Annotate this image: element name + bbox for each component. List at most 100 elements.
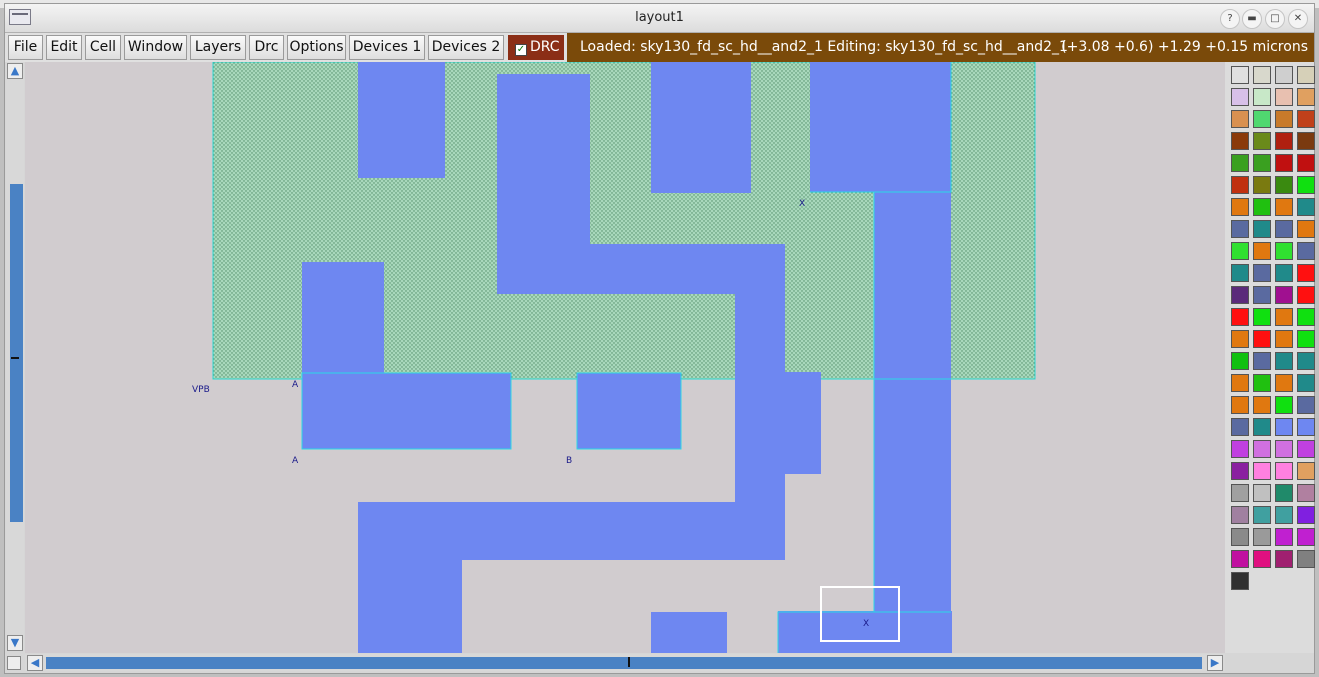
layer-swatch-32[interactable] [1297,220,1315,238]
layer-swatch-19[interactable] [1275,154,1293,172]
menu-devices-2[interactable]: Devices 2 [428,35,504,60]
layer-swatch-35[interactable] [1275,242,1293,260]
layer-swatch-48[interactable] [1297,308,1315,326]
layer-swatch-55[interactable] [1275,352,1293,370]
layer-swatch-39[interactable] [1275,264,1293,282]
layer-swatch-27[interactable] [1275,198,1293,216]
layer-swatch-73[interactable] [1231,462,1249,480]
layer-swatch-41[interactable] [1231,286,1249,304]
layer-swatch-11[interactable] [1275,110,1293,128]
layer-swatch-43[interactable] [1275,286,1293,304]
layout-canvas[interactable]: VPB A A B X X [25,62,1225,653]
layer-swatch-26[interactable] [1253,198,1271,216]
scroll-up-icon[interactable]: ▲ [7,63,23,79]
layer-swatch-34[interactable] [1253,242,1271,260]
layer-swatch-13[interactable] [1231,132,1249,150]
layer-swatch-86[interactable] [1253,528,1271,546]
layer-swatch-16[interactable] [1297,132,1315,150]
layer-swatch-29[interactable] [1231,220,1249,238]
layer-swatch-88[interactable] [1297,528,1315,546]
metal-rect-2[interactable] [651,62,751,193]
layer-swatch-23[interactable] [1275,176,1293,194]
layer-swatch-89[interactable] [1231,550,1249,568]
layer-swatch-18[interactable] [1253,154,1271,172]
layer-swatch-82[interactable] [1253,506,1271,524]
layer-swatch-47[interactable] [1275,308,1293,326]
pin-a[interactable] [301,372,512,450]
scroll-right-icon[interactable]: ▶ [1207,655,1223,671]
layer-swatch-22[interactable] [1253,176,1271,194]
layer-swatch-9[interactable] [1231,110,1249,128]
layer-swatch-87[interactable] [1275,528,1293,546]
layer-swatch-3[interactable] [1275,66,1293,84]
menu-drc[interactable]: Drc [249,35,284,60]
layer-swatch-90[interactable] [1253,550,1271,568]
layer-swatch-58[interactable] [1253,374,1271,392]
layer-swatch-70[interactable] [1253,440,1271,458]
layer-swatch-75[interactable] [1275,462,1293,480]
layer-swatch-50[interactable] [1253,330,1271,348]
layer-swatch-31[interactable] [1275,220,1293,238]
layer-swatch-30[interactable] [1253,220,1271,238]
layer-swatch-37[interactable] [1231,264,1249,282]
layer-swatch-6[interactable] [1253,88,1271,106]
layer-swatch-24[interactable] [1297,176,1315,194]
layer-swatch-92[interactable] [1297,550,1315,568]
layer-swatch-5[interactable] [1231,88,1249,106]
drc-checkbox[interactable]: ✓ [515,44,527,56]
layer-swatch-78[interactable] [1253,484,1271,502]
layer-swatch-83[interactable] [1275,506,1293,524]
layer-swatch-7[interactable] [1275,88,1293,106]
layer-swatch-51[interactable] [1275,330,1293,348]
layer-swatch-38[interactable] [1253,264,1271,282]
metal-input-a-upper[interactable] [302,262,384,376]
layer-swatch-1[interactable] [1231,66,1249,84]
layer-swatch-76[interactable] [1297,462,1315,480]
help-button[interactable]: ? [1220,9,1240,29]
layer-swatch-36[interactable] [1297,242,1315,260]
layer-swatch-85[interactable] [1231,528,1249,546]
layer-swatch-59[interactable] [1275,374,1293,392]
layer-swatch-84[interactable] [1297,506,1315,524]
menu-edit[interactable]: Edit [46,35,82,60]
menu-window[interactable]: Window [124,35,187,60]
layer-swatch-12[interactable] [1297,110,1315,128]
menu-devices-1[interactable]: Devices 1 [349,35,425,60]
layer-swatch-64[interactable] [1297,396,1315,414]
drc-toggle[interactable]: ✓ DRC [508,35,564,60]
layer-swatch-45[interactable] [1231,308,1249,326]
layer-swatch-53[interactable] [1231,352,1249,370]
layer-swatch-77[interactable] [1231,484,1249,502]
layer-swatch-2[interactable] [1253,66,1271,84]
pin-b[interactable] [576,372,682,450]
menu-options[interactable]: Options [287,35,346,60]
zoom-box-icon[interactable] [7,656,21,670]
menu-layers[interactable]: Layers [190,35,246,60]
layout-drawing[interactable]: VPB A A B X X [25,62,1225,653]
layer-swatch-42[interactable] [1253,286,1271,304]
scroll-left-icon[interactable]: ◀ [27,655,43,671]
scroll-down-icon[interactable]: ▼ [7,635,23,651]
layer-swatch-4[interactable] [1297,66,1315,84]
title-bar[interactable]: layout1 ? ▬ □ ✕ [5,4,1314,33]
layer-swatch-33[interactable] [1231,242,1249,260]
layer-swatch-63[interactable] [1275,396,1293,414]
layer-swatch-10[interactable] [1253,110,1271,128]
layer-swatch-80[interactable] [1297,484,1315,502]
metal-rect-1[interactable] [358,62,445,178]
layer-swatch-66[interactable] [1253,418,1271,436]
layer-swatch-14[interactable] [1253,132,1271,150]
layer-swatch-79[interactable] [1275,484,1293,502]
layer-swatch-65[interactable] [1231,418,1249,436]
layer-swatch-52[interactable] [1297,330,1315,348]
maximize-button[interactable]: □ [1265,9,1285,29]
close-button[interactable]: ✕ [1288,9,1308,29]
menu-file[interactable]: File [8,35,43,60]
layer-swatch-28[interactable] [1297,198,1315,216]
layer-swatch-8[interactable] [1297,88,1315,106]
horizontal-scroll-thumb[interactable] [46,657,1202,669]
layer-swatch-20[interactable] [1297,154,1315,172]
layer-swatch-54[interactable] [1253,352,1271,370]
layer-swatch-15[interactable] [1275,132,1293,150]
layer-swatch-17[interactable] [1231,154,1249,172]
